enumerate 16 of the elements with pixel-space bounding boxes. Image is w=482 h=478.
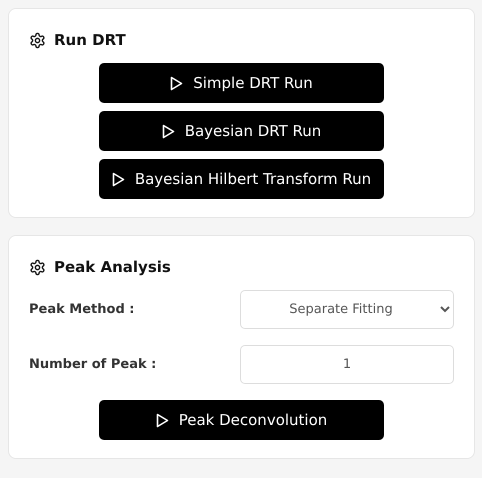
field-label: Number of Peak : [29,357,156,372]
field-label: Peak Method : [29,302,134,317]
play-icon [112,172,125,186]
run-button[interactable]: Simple DRT Run [99,63,384,103]
play-icon [170,76,184,90]
run-button[interactable]: Peak Deconvolution [99,400,384,440]
settings-icon [29,258,46,276]
method-select[interactable]: Separate Fitting [240,290,454,329]
section-title: Run DRT [54,31,126,49]
play-icon [156,412,169,428]
input-field[interactable]: 1 [240,345,454,384]
run-button[interactable]: Bayesian DRT Run [99,111,384,151]
run-button[interactable]: Bayesian Hilbert Transform Run [99,159,384,199]
play-icon [162,124,175,138]
section-title: Peak Analysis [54,258,171,276]
settings-icon [29,32,46,48]
